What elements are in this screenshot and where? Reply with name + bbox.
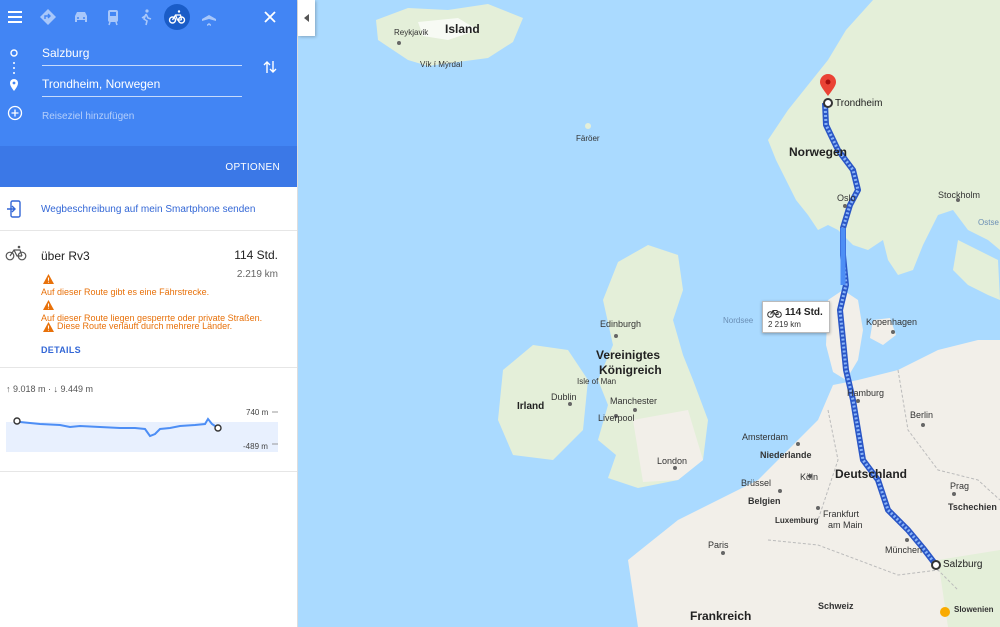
map-label-manchester: Manchester bbox=[610, 396, 658, 406]
destination-field[interactable] bbox=[42, 77, 242, 97]
map-label-frankfurt: Frankfurt bbox=[823, 509, 860, 519]
map-label-paris: Paris bbox=[708, 540, 729, 550]
map-label-salzburg: Salzburg bbox=[943, 559, 983, 570]
origin-field[interactable] bbox=[42, 46, 242, 66]
map-label-london: London bbox=[657, 456, 688, 466]
flight-icon[interactable] bbox=[196, 4, 222, 30]
map-label-prag: Prag bbox=[950, 481, 970, 491]
send-to-phone-row[interactable]: Wegbeschreibung auf mein Smartphone send… bbox=[0, 187, 297, 231]
best-route-icon[interactable] bbox=[35, 4, 61, 30]
map-label-isleofman: Isle of Man bbox=[577, 377, 617, 386]
directions-panel: Reiseziel hinzufügen OPTIONEN Wegbeschre… bbox=[0, 0, 298, 627]
bicycle-icon bbox=[5, 245, 27, 261]
callout-duration: 114 Std. bbox=[785, 307, 823, 318]
map-label-berlin: Berlin bbox=[910, 410, 934, 420]
destination-input[interactable] bbox=[42, 77, 242, 91]
route-duration-callout[interactable]: 114 Std. 2 219 km bbox=[762, 301, 830, 333]
ferry-warning: Auf dieser Route gibt es eine Fährstreck… bbox=[41, 287, 210, 297]
map-label-dublin: Dublin bbox=[551, 392, 577, 402]
warning-icon bbox=[43, 300, 54, 310]
map-label-amsterdam: Amsterdam bbox=[742, 432, 789, 442]
route-dots-icon bbox=[10, 49, 18, 91]
directions-header: Reiseziel hinzufügen OPTIONEN bbox=[0, 0, 297, 187]
map-label-ostsee: Ostse bbox=[978, 218, 999, 227]
elevation-summary: ↑ 9.018 m · ↓ 9.449 m bbox=[6, 384, 94, 394]
send-to-phone-icon bbox=[7, 200, 21, 218]
map-land bbox=[376, 0, 1000, 627]
map-label-faroer: Färöer bbox=[576, 134, 600, 143]
map-label-oslo: Oslo bbox=[837, 193, 856, 203]
travel-mode-bar bbox=[0, 0, 297, 36]
map-label-slowenien: Slowenien bbox=[954, 605, 994, 614]
elevation-end-marker bbox=[214, 424, 222, 432]
route-result-card[interactable]: über Rv3 114 Std. 2.219 km Auf dieser Ro… bbox=[0, 231, 297, 368]
map-label-vik: Vík í Mýrdal bbox=[420, 60, 463, 69]
add-destination-icon[interactable] bbox=[7, 105, 24, 122]
bicycle-icon bbox=[767, 310, 782, 318]
car-icon[interactable] bbox=[68, 4, 94, 30]
origin-input[interactable] bbox=[42, 46, 242, 60]
map-label-liverpool: Liverpool bbox=[598, 413, 635, 423]
route-distance: 2.219 km bbox=[236, 269, 278, 280]
map-label-deutschland: Deutschland bbox=[835, 467, 908, 481]
options-bar: OPTIONEN bbox=[0, 146, 297, 187]
map-label-tschechien: Tschechien bbox=[948, 502, 997, 512]
map-label-vereinigtes: Vereinigtes bbox=[596, 348, 661, 362]
map-label-norwegen: Norwegen bbox=[789, 145, 848, 159]
warning-icon bbox=[43, 274, 54, 284]
map-label-irland: Irland bbox=[517, 401, 545, 412]
map-label-reykjavik: Reykjavik bbox=[394, 28, 429, 37]
map-label-luxemburg: Luxemburg bbox=[775, 516, 819, 525]
chevron-left-icon bbox=[303, 14, 309, 22]
map-label-stockholm: Stockholm bbox=[938, 190, 981, 200]
details-button[interactable]: DETAILS bbox=[41, 345, 81, 355]
close-icon[interactable] bbox=[257, 4, 283, 30]
warning-icon bbox=[43, 322, 54, 332]
map-label-belgien: Belgien bbox=[748, 496, 781, 506]
bicycle-icon[interactable] bbox=[164, 4, 190, 30]
destination-marker[interactable] bbox=[823, 98, 833, 108]
callout-distance: 2 219 km bbox=[768, 320, 801, 329]
map-label-kopenhagen: Kopenhagen bbox=[866, 317, 918, 327]
menu-icon[interactable] bbox=[2, 4, 28, 30]
elevation-profile: ↑ 9.018 m · ↓ 9.449 m 740 m -489 m bbox=[0, 368, 297, 472]
swap-icon[interactable] bbox=[263, 59, 277, 75]
map-label-muenchen: München bbox=[885, 545, 923, 555]
map-label-niederlande: Niederlande bbox=[760, 450, 812, 460]
elevation-max-label: 740 m bbox=[246, 408, 269, 417]
add-destination-button[interactable]: Reiseziel hinzufügen bbox=[42, 111, 134, 122]
origin-marker[interactable] bbox=[931, 560, 941, 570]
map-label-trondheim: Trondheim bbox=[835, 98, 883, 109]
map-label-frankfurt-2: am Main bbox=[828, 520, 863, 530]
map-label-hamburg: Hamburg bbox=[847, 388, 885, 398]
map-label-edinburgh: Edinburgh bbox=[600, 319, 642, 329]
map-label-schweiz: Schweiz bbox=[818, 601, 854, 611]
map-label-koeln: Köln bbox=[800, 472, 819, 482]
elevation-chart-area bbox=[6, 422, 278, 452]
route-duration: 114 Std. bbox=[234, 248, 278, 262]
map-label-nordsee: Nordsee bbox=[723, 316, 754, 325]
map-label-frankreich: Frankreich bbox=[690, 609, 752, 623]
options-button[interactable]: OPTIONEN bbox=[225, 162, 280, 173]
route-via-label: über Rv3 bbox=[41, 249, 90, 263]
transit-icon[interactable] bbox=[100, 4, 126, 30]
multiple-countries-warning: Diese Route verläuft durch mehrere Lände… bbox=[57, 321, 233, 331]
elevation-min-label: -489 m bbox=[243, 442, 268, 451]
elevation-start-marker bbox=[13, 417, 21, 425]
send-to-phone-link[interactable]: Wegbeschreibung auf mein Smartphone send… bbox=[41, 204, 255, 215]
map-canvas[interactable]: Island Reykjavik Vík í Mýrdal Färöer Nor… bbox=[298, 0, 1000, 627]
collapse-panel-button[interactable] bbox=[298, 0, 315, 36]
map-label-koenigreich: Königreich bbox=[599, 363, 662, 377]
map-label-island: Island bbox=[445, 22, 480, 36]
map-label-bruessel: Brüssel bbox=[741, 478, 772, 488]
walk-icon[interactable] bbox=[133, 4, 159, 30]
